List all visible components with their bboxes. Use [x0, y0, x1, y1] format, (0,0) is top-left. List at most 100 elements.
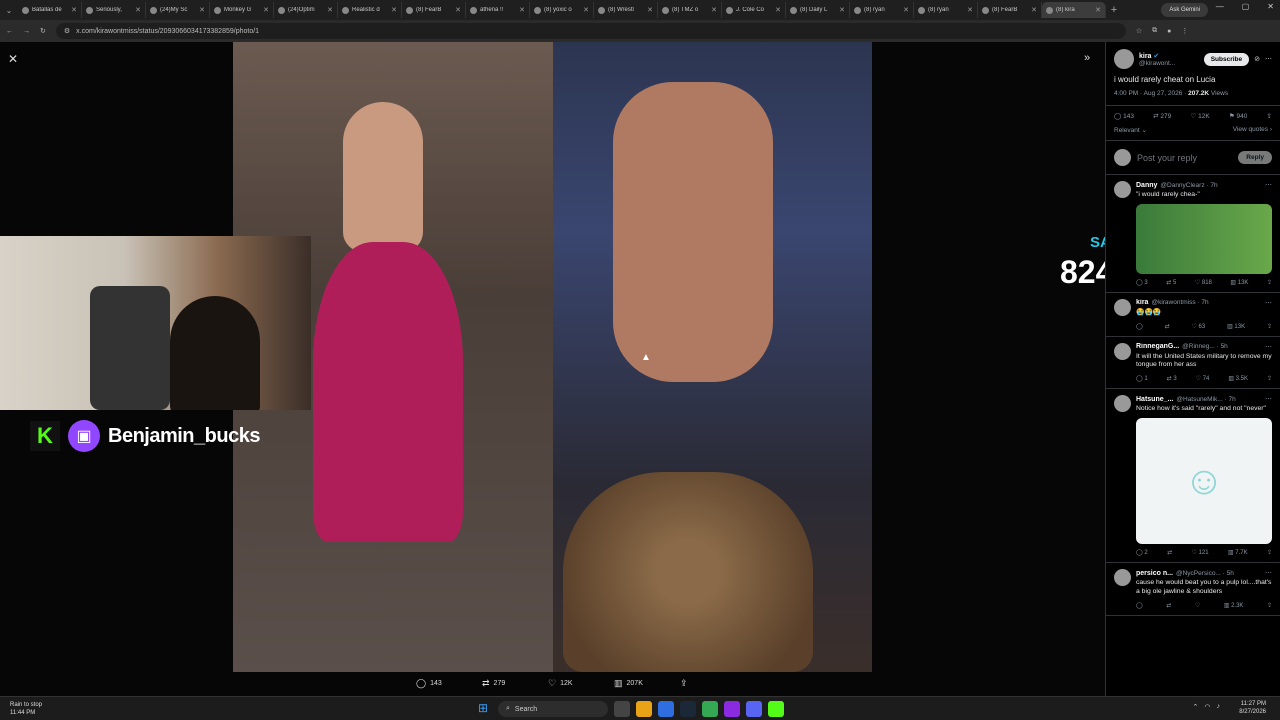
avatar[interactable]	[1114, 298, 1131, 316]
expand-sidebar-icon[interactable]: »	[1084, 52, 1090, 64]
close-window-icon[interactable]: ✕	[1267, 2, 1274, 11]
avatar[interactable]	[1114, 181, 1131, 198]
new-tab-button[interactable]: +	[1106, 4, 1122, 16]
store-icon[interactable]	[658, 701, 674, 717]
heart-icon[interactable]: ♡ 74	[1196, 375, 1210, 382]
reply-image[interactable]: ☺	[1136, 418, 1272, 545]
bar-chart-icon[interactable]: ▥ 2.3K	[1224, 602, 1244, 609]
avatar[interactable]	[1114, 569, 1131, 587]
reply-action[interactable]: ◯ 143	[416, 678, 482, 689]
author-handle[interactable]: @kirawont...	[1139, 60, 1175, 67]
wifi-icon[interactable]: ◠	[1204, 703, 1210, 711]
site-info-icon[interactable]: ⚙	[64, 27, 70, 35]
browser-tab[interactable]: (8) Wrestl ✕	[594, 2, 658, 18]
bookmark-star-icon[interactable]: ☆	[1136, 27, 1142, 35]
reply-button[interactable]: Reply	[1238, 151, 1272, 164]
browser-tab[interactable]: Monkey G ✕	[210, 2, 274, 18]
reply-tweet[interactable]: RinneganG... @Rinneg... · 5h ⋯ It will the …	[1106, 337, 1280, 390]
subscribe-button[interactable]: Subscribe	[1203, 52, 1250, 66]
browser-tab[interactable]: (8) kira ✕	[1042, 2, 1106, 18]
chevron-up-icon[interactable]: ⌃	[1193, 703, 1199, 711]
reply-input[interactable]: Post your reply	[1137, 153, 1232, 163]
weather-widget[interactable]: Rain to stop 11:44 PM	[10, 701, 42, 717]
menu-icon[interactable]: ⋮	[1181, 27, 1188, 35]
reply-handle[interactable]: @DannyClearz · 7h	[1160, 182, 1217, 189]
tab-close-icon[interactable]: ✕	[71, 6, 77, 14]
browser-tab[interactable]: (8) FearB ✕	[978, 2, 1042, 18]
taskbar-search[interactable]: ⌕ Search	[498, 701, 608, 717]
tab-close-icon[interactable]: ✕	[839, 6, 845, 14]
tab-close-icon[interactable]: ✕	[1031, 6, 1037, 14]
task-view-icon[interactable]	[614, 701, 630, 717]
browser-tab[interactable]: (8) TMZ o ✕	[658, 2, 722, 18]
heart-icon[interactable]: ♡ 818	[1195, 279, 1212, 286]
views-action[interactable]: ▥ 207K	[614, 678, 680, 689]
tab-close-icon[interactable]: ✕	[455, 6, 461, 14]
repost-icon[interactable]: ⇄	[1165, 323, 1170, 330]
reply-handle[interactable]: @Rinneg... · 5h	[1182, 343, 1228, 350]
more-icon[interactable]: ⋯	[1265, 343, 1272, 351]
repost-icon[interactable]: ⇄ 3	[1167, 375, 1177, 382]
reply-handle[interactable]: @kirawontmiss · 7h	[1151, 299, 1208, 306]
reply-icon[interactable]: ◯	[1136, 602, 1143, 609]
browser-tab[interactable]: Seriously, ✕	[82, 2, 146, 18]
share-icon[interactable]: ⇪	[1267, 279, 1272, 286]
share-icon[interactable]: ⇪	[1267, 112, 1272, 120]
reply-author[interactable]: Danny	[1136, 182, 1157, 189]
back-icon[interactable]: ←	[6, 28, 13, 35]
browser-tab[interactable]: Realistic d ✕	[338, 2, 402, 18]
tab-close-icon[interactable]: ✕	[263, 6, 269, 14]
post-photo[interactable]	[233, 42, 872, 672]
file-explorer-icon[interactable]	[636, 701, 652, 717]
kick-app-icon[interactable]	[768, 701, 784, 717]
avatar[interactable]	[1114, 342, 1131, 360]
browser-tab[interactable]: (8) yoxic o ✕	[530, 2, 594, 18]
reply-tweet[interactable]: Hatsune_... @HatsuneMik... · 7h ⋯ Notice ho…	[1106, 389, 1280, 564]
share-icon[interactable]: ⇪	[1267, 375, 1272, 382]
browser-tab[interactable]: Batallas de ✕	[18, 2, 82, 18]
clock[interactable]: 11:27 PM 8/27/2026	[1239, 700, 1266, 716]
browser-tab[interactable]: (8) ryan ✕	[914, 2, 978, 18]
reply-author[interactable]: Hatsune_...	[1136, 396, 1173, 403]
repost-icon[interactable]: ⇄	[1167, 549, 1172, 556]
like-action[interactable]: ♡ 12K	[548, 678, 614, 689]
heart-icon[interactable]: ♡ 63	[1191, 323, 1205, 330]
tab-search-icon[interactable]: ⌄	[0, 6, 18, 15]
browser-tab[interactable]: (8) FearB ✕	[402, 2, 466, 18]
volume-icon[interactable]: ♪	[1217, 703, 1221, 711]
bar-chart-icon[interactable]: ▥ 7.7K	[1228, 549, 1248, 556]
browser-tab[interactable]: athena !! ✕	[466, 2, 530, 18]
avatar[interactable]	[1114, 49, 1134, 69]
tab-close-icon[interactable]: ✕	[647, 6, 653, 14]
more-icon[interactable]: ⋯	[1265, 395, 1272, 403]
view-quotes-link[interactable]: View quotes ›	[1233, 126, 1272, 134]
bar-chart-icon[interactable]: ▥ 13K	[1230, 279, 1248, 286]
tab-close-icon[interactable]: ✕	[327, 6, 333, 14]
post-time[interactable]: 4:00 PM · Aug 27, 2026 ·	[1114, 90, 1186, 97]
reply-tweet[interactable]: Danny @DannyClearz · 7h ⋯ "i would rarely c…	[1106, 175, 1280, 293]
share-icon[interactable]: ⇪	[1267, 323, 1272, 330]
browser-tab[interactable]: J. Cole Co ✕	[722, 2, 786, 18]
reply-author[interactable]: RinneganG...	[1136, 343, 1179, 350]
reply-handle[interactable]: @HatsuneMik... · 7h	[1176, 396, 1235, 403]
browser-tab[interactable]: (8) ryan ✕	[850, 2, 914, 18]
repost-icon[interactable]: ⇄ 5	[1166, 279, 1176, 286]
repost-stat[interactable]: ⇄ 279	[1153, 112, 1171, 120]
browser-tab[interactable]: (24)My Sc ✕	[146, 2, 210, 18]
browser-tab[interactable]: (24)Optim ✕	[274, 2, 338, 18]
reply-author[interactable]: persico n...	[1136, 570, 1173, 577]
reply-icon[interactable]: ◯ 1	[1136, 375, 1148, 382]
reply-tweet[interactable]: persico n... @NycPersico... · 5h ⋯ cause he…	[1106, 563, 1280, 616]
bar-chart-icon[interactable]: ▥ 13K	[1227, 323, 1245, 330]
heart-icon[interactable]: ♡ 121	[1191, 549, 1208, 556]
bar-chart-icon[interactable]: ▥ 3.5K	[1228, 375, 1248, 382]
tab-close-icon[interactable]: ✕	[711, 6, 717, 14]
reply-tweet[interactable]: kira @kirawontmiss · 7h ⋯ 😭😭😭 ◯ ⇄ ♡ 63 ▥ 13K ⇪	[1106, 293, 1280, 337]
tab-close-icon[interactable]: ✕	[1095, 6, 1101, 14]
extensions-icon[interactable]: ⧉	[1152, 27, 1157, 35]
tab-close-icon[interactable]: ✕	[903, 6, 909, 14]
reply-icon[interactable]: ◯ 2	[1136, 549, 1148, 556]
close-icon[interactable]: ✕	[8, 52, 18, 66]
like-stat[interactable]: ♡ 12K	[1190, 112, 1209, 120]
tab-close-icon[interactable]: ✕	[519, 6, 525, 14]
